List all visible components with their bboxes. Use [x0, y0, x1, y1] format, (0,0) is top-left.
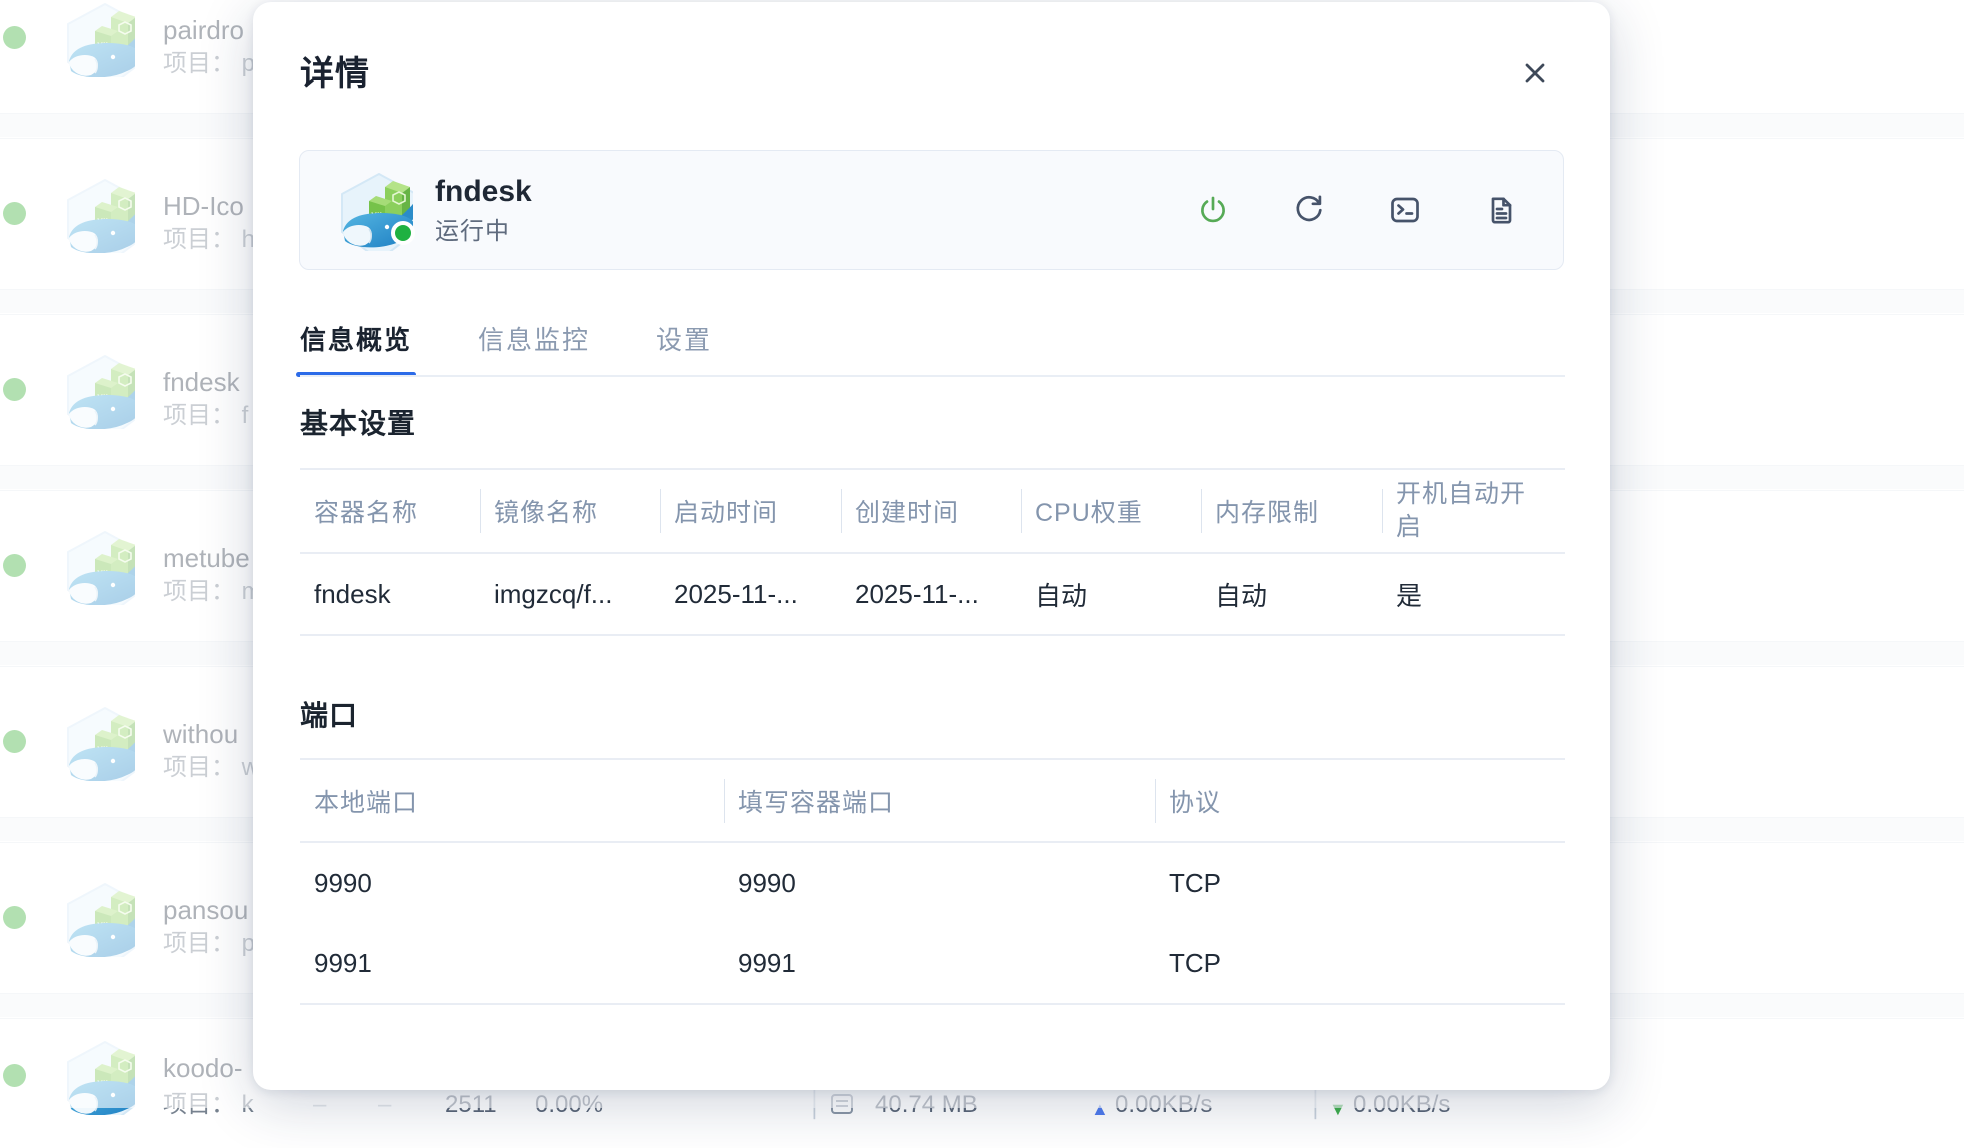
value-protocol: TCP — [1155, 868, 1565, 899]
table-row: 9991 9991 TCP — [300, 923, 1565, 1003]
value-start-time: 2025-11-... — [660, 579, 841, 610]
app-text: fndesk 运行中 — [435, 174, 532, 246]
restart-icon — [1291, 192, 1327, 228]
app-status-label: 运行中 — [435, 218, 532, 246]
value-memory-limit: 自动 — [1201, 576, 1382, 613]
tabs-divider — [300, 375, 1565, 377]
col-cpu-weight: CPU权重 — [1021, 493, 1201, 529]
value-local-port: 9990 — [300, 868, 724, 899]
app-summary-card: fndesk 运行中 — [299, 150, 1564, 270]
value-create-time: 2025-11-... — [841, 579, 1021, 610]
tab-settings[interactable]: 设置 — [656, 323, 712, 377]
terminal-icon — [1387, 192, 1423, 228]
col-start-time: 启动时间 — [660, 493, 841, 529]
value-cpu-weight: 自动 — [1021, 576, 1201, 613]
table-row: 9990 9990 TCP — [300, 843, 1565, 923]
col-container-name: 容器名称 — [300, 493, 480, 529]
tab-info-overview[interactable]: 信息概览 — [300, 323, 412, 377]
value-local-port: 9991 — [300, 948, 724, 979]
table-header-row: 本地端口 填写容器端口 协议 — [300, 758, 1565, 843]
modal-tabs: 信息概览 信息监控 设置 — [300, 323, 712, 377]
ports-heading: 端口 — [300, 694, 358, 738]
value-container-port: 9991 — [724, 948, 1155, 979]
terminal-button[interactable] — [1387, 192, 1423, 228]
logs-button[interactable] — [1483, 192, 1519, 228]
app-icon — [331, 169, 413, 251]
basic-settings-heading: 基本设置 — [300, 402, 416, 446]
col-memory-limit: 内存限制 — [1201, 493, 1382, 529]
value-autostart: 是 — [1382, 576, 1565, 613]
value-container-port: 9990 — [724, 868, 1155, 899]
basic-settings-table: 容器名称 镜像名称 启动时间 创建时间 CPU权重 内存限制 开机自动开启 fn… — [300, 468, 1565, 636]
value-container-name: fndesk — [300, 579, 480, 610]
close-icon — [1520, 58, 1550, 88]
app-name: fndesk — [435, 174, 532, 210]
running-status-dot — [391, 221, 415, 245]
log-file-icon — [1483, 192, 1519, 228]
table-row: fndesk imgzcq/f... 2025-11-... 2025-11-.… — [300, 554, 1565, 636]
table-body: 9990 9990 TCP 9991 9991 TCP — [300, 843, 1565, 1005]
restart-button[interactable] — [1291, 192, 1327, 228]
col-local-port: 本地端口 — [300, 783, 724, 819]
tab-info-monitoring[interactable]: 信息监控 — [478, 323, 590, 377]
col-create-time: 创建时间 — [841, 493, 1021, 529]
col-container-port: 填写容器端口 — [724, 783, 1155, 819]
col-image-name: 镜像名称 — [480, 493, 660, 529]
value-protocol: TCP — [1155, 948, 1565, 979]
value-image-name: imgzcq/f... — [480, 579, 660, 610]
col-protocol: 协议 — [1155, 783, 1565, 819]
close-button[interactable] — [1520, 58, 1550, 88]
col-autostart: 开机自动开启 — [1382, 478, 1565, 544]
power-icon — [1195, 192, 1231, 228]
power-button[interactable] — [1195, 192, 1231, 228]
modal-title: 详情 — [300, 52, 370, 96]
table-header-row: 容器名称 镜像名称 启动时间 创建时间 CPU权重 内存限制 开机自动开启 — [300, 468, 1565, 554]
details-modal: 详情 fndesk 运行中 — [253, 2, 1610, 1090]
card-actions — [1195, 192, 1519, 228]
ports-table: 本地端口 填写容器端口 协议 9990 9990 TCP 9991 9991 T… — [300, 758, 1565, 1005]
